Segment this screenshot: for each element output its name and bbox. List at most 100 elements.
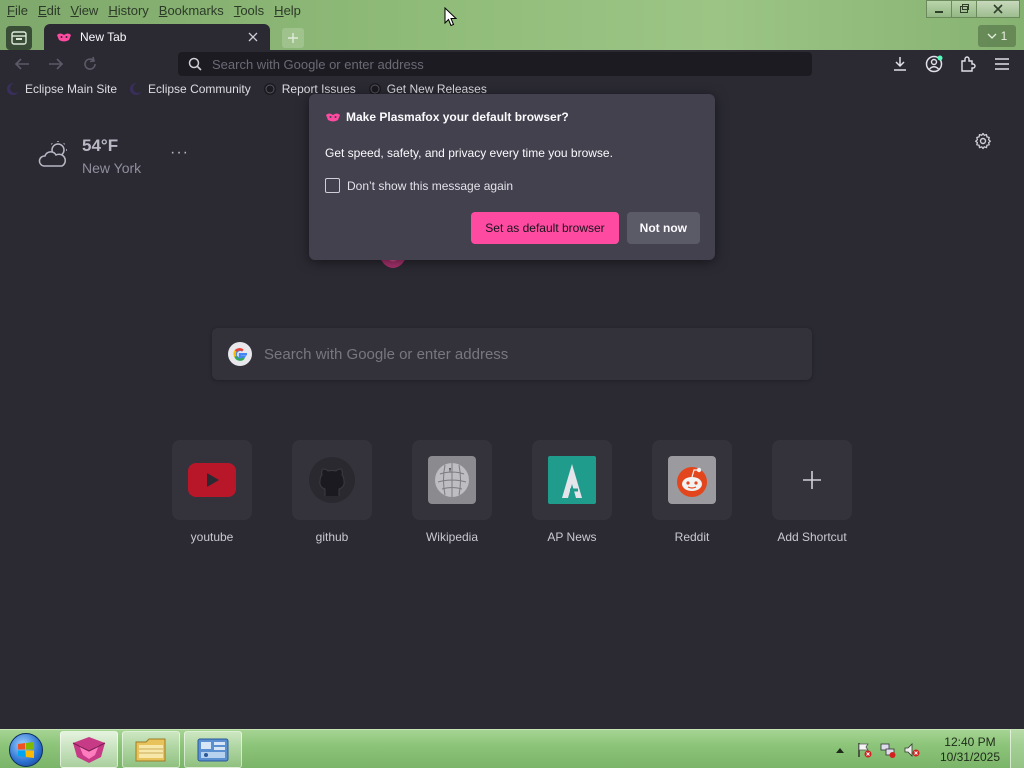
shortcut-add[interactable]: Add Shortcut bbox=[772, 440, 852, 544]
default-browser-dialog: Make Plasmafox your default browser? Get… bbox=[309, 94, 715, 260]
menu-view-label: iew bbox=[78, 3, 99, 18]
shortcut-github[interactable]: github bbox=[292, 440, 372, 544]
shortcut-label: github bbox=[315, 530, 349, 544]
bookmark-eclipse-community[interactable]: Eclipse Community bbox=[129, 82, 251, 96]
maximize-button[interactable] bbox=[951, 0, 977, 18]
eclipse-icon bbox=[7, 83, 20, 95]
shortcut-label: youtube bbox=[190, 530, 234, 544]
shortcut-label: Reddit bbox=[674, 530, 710, 544]
shortcut-reddit[interactable]: Reddit bbox=[652, 440, 732, 544]
volume-muted-icon bbox=[904, 742, 920, 757]
shortcut-youtube[interactable]: youtube bbox=[172, 440, 252, 544]
menu-edit[interactable]: Edit bbox=[33, 1, 65, 21]
plasmafox-icon bbox=[326, 113, 340, 122]
show-desktop-button[interactable] bbox=[1010, 730, 1024, 768]
chevron-up-icon bbox=[835, 747, 844, 753]
shortcut-tile bbox=[532, 440, 612, 520]
shortcut-label: AP News bbox=[547, 530, 597, 544]
mouse-cursor-icon bbox=[444, 7, 458, 27]
bookmark-eclipse-main-site[interactable]: Eclipse Main Site bbox=[6, 82, 117, 96]
tab-close-button[interactable] bbox=[244, 28, 262, 46]
search-box[interactable] bbox=[212, 328, 812, 380]
reddit-icon bbox=[668, 456, 716, 504]
shortcut-tile bbox=[652, 440, 732, 520]
weather-more-button[interactable]: ··· bbox=[170, 144, 189, 162]
url-bar[interactable] bbox=[178, 52, 812, 76]
show-hidden-icons-button[interactable] bbox=[831, 741, 849, 759]
menu-help-label: elp bbox=[283, 3, 301, 18]
bookmark-label: Eclipse Community bbox=[148, 82, 251, 96]
github-icon bbox=[309, 457, 355, 503]
google-icon bbox=[228, 342, 252, 366]
menu-view-accel: V bbox=[70, 3, 79, 18]
shortcut-wikipedia[interactable]: Wikipedia bbox=[412, 440, 492, 544]
menu-bookmarks-label: ookmarks bbox=[167, 3, 224, 18]
back-arrow-icon bbox=[14, 58, 29, 70]
menu-tools[interactable]: Tools bbox=[229, 1, 269, 21]
minimize-icon bbox=[935, 11, 943, 13]
system-tray: 12:40 PM 10/31/2025 bbox=[828, 730, 1024, 768]
reload-icon bbox=[84, 56, 96, 70]
taskbar: 12:40 PM 10/31/2025 bbox=[0, 729, 1024, 768]
bookmark-label: Eclipse Main Site bbox=[25, 82, 118, 96]
extensions-button[interactable] bbox=[956, 53, 980, 75]
menu-tools-label: ools bbox=[240, 3, 265, 18]
taskbar-control-panel[interactable] bbox=[184, 731, 242, 768]
wikipedia-icon bbox=[428, 456, 476, 504]
menu-file[interactable]: File bbox=[2, 1, 33, 21]
apnews-icon bbox=[548, 456, 596, 504]
forward-button[interactable] bbox=[44, 53, 68, 75]
restore-icon bbox=[960, 4, 969, 13]
menu-edit-accel: E bbox=[37, 3, 47, 18]
volume-tray[interactable] bbox=[903, 741, 921, 759]
youtube-icon bbox=[188, 463, 236, 497]
url-input[interactable] bbox=[212, 56, 772, 72]
dont-show-again-option[interactable]: Don’t show this message again bbox=[325, 178, 699, 193]
shortcut-tile bbox=[412, 440, 492, 520]
tab-strip: New Tab 1 bbox=[0, 22, 1024, 50]
set-default-browser-button[interactable]: Set as default browser bbox=[471, 212, 619, 244]
account-icon bbox=[925, 55, 943, 73]
tab-count-label: 1 bbox=[1000, 29, 1008, 43]
close-icon bbox=[248, 32, 258, 42]
shortcut-ap-news[interactable]: AP News bbox=[532, 440, 612, 544]
downloads-button[interactable] bbox=[888, 53, 912, 75]
menu-file-label: ile bbox=[14, 3, 28, 18]
weather-widget[interactable]: 54°F New York bbox=[38, 136, 141, 176]
search-input[interactable] bbox=[264, 345, 784, 363]
minimize-button[interactable] bbox=[926, 0, 952, 18]
taskbar-plasmafox[interactable] bbox=[60, 731, 118, 768]
eclipse-icon bbox=[130, 83, 144, 95]
network-tray[interactable] bbox=[879, 741, 897, 759]
action-center-tray[interactable] bbox=[855, 741, 873, 759]
tab-new-tab[interactable]: New Tab bbox=[44, 24, 270, 50]
clock[interactable]: 12:40 PM 10/31/2025 bbox=[940, 735, 1000, 765]
windows-logo-icon bbox=[18, 742, 34, 758]
menu-history[interactable]: History bbox=[103, 1, 153, 21]
not-now-button[interactable]: Not now bbox=[626, 212, 700, 244]
dialog-message: Get speed, safety, and privacy every tim… bbox=[325, 146, 613, 160]
shortcut-tile bbox=[292, 440, 372, 520]
list-all-tabs-button[interactable]: 1 bbox=[978, 25, 1016, 47]
window-controls bbox=[926, 0, 1020, 18]
menu-view[interactable]: View bbox=[65, 1, 103, 21]
close-window-button[interactable] bbox=[976, 0, 1020, 18]
start-button[interactable] bbox=[6, 731, 46, 768]
app-menu-button[interactable] bbox=[990, 53, 1014, 75]
account-button[interactable] bbox=[922, 53, 946, 75]
navigation-toolbar bbox=[0, 50, 1024, 78]
menu-history-label: istory bbox=[117, 3, 149, 18]
shortcut-tile bbox=[172, 440, 252, 520]
dont-show-again-checkbox[interactable] bbox=[325, 178, 340, 193]
dialog-title: Make Plasmafox your default browser? bbox=[346, 110, 569, 124]
firefox-view-button[interactable] bbox=[6, 26, 32, 50]
menu-bookmarks[interactable]: Bookmarks bbox=[154, 1, 229, 21]
reload-button[interactable] bbox=[78, 53, 102, 75]
back-button[interactable] bbox=[10, 53, 34, 75]
puzzle-icon bbox=[961, 56, 976, 72]
new-tab-button[interactable] bbox=[282, 28, 304, 48]
dialog-actions: Set as default browser Not now bbox=[471, 212, 700, 244]
taskbar-file-explorer[interactable] bbox=[122, 731, 180, 768]
menu-help[interactable]: Help bbox=[269, 1, 306, 21]
personalize-button[interactable] bbox=[972, 130, 994, 152]
